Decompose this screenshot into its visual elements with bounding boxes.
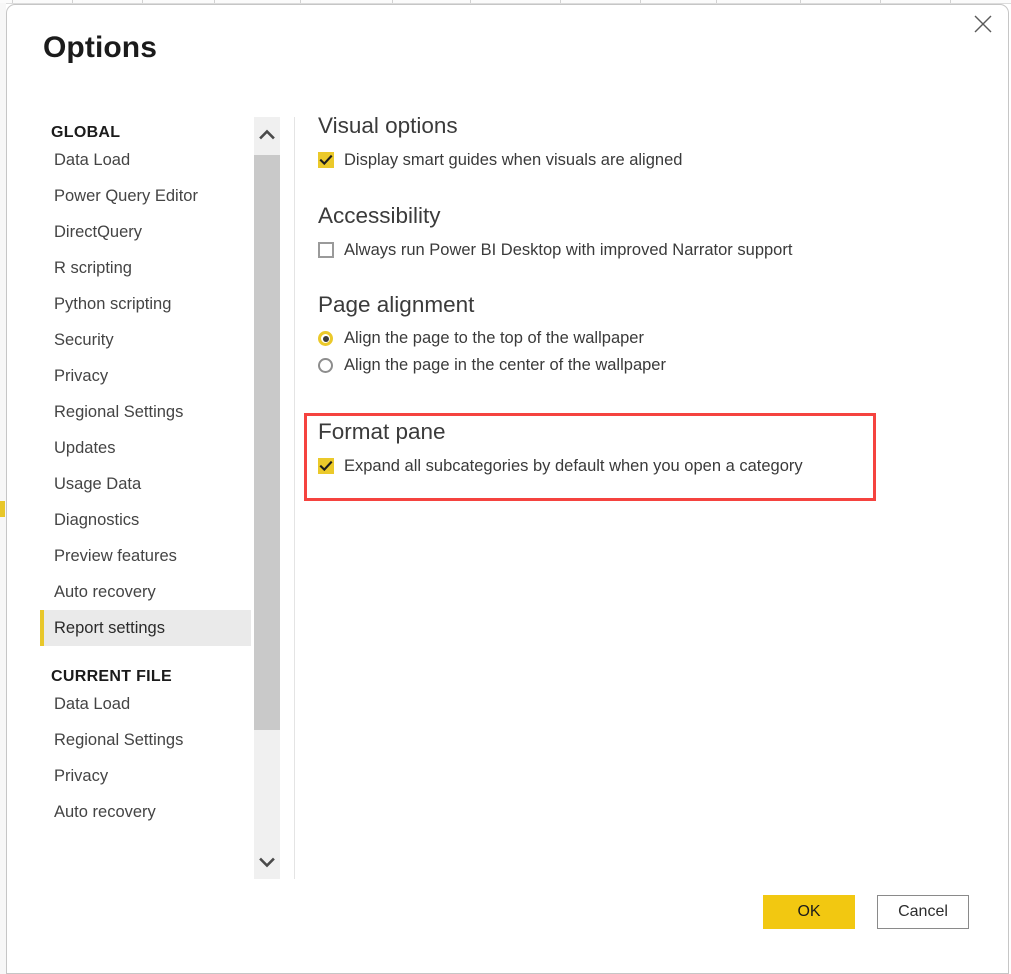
sidebar-group-current-file: CURRENT FILE <box>51 668 172 685</box>
radio-label: Align the page to the top of the wallpap… <box>344 329 644 347</box>
sidebar-item-label: R scripting <box>54 259 132 277</box>
sidebar-item-power-query-editor[interactable]: Power Query Editor <box>43 178 251 214</box>
sidebar-item-preview-features[interactable]: Preview features <box>43 538 251 574</box>
sidebar-item-r-scripting[interactable]: R scripting <box>43 250 251 286</box>
checkbox-label: Always run Power BI Desktop with improve… <box>344 241 793 259</box>
section-heading-accessibility: Accessibility <box>318 203 441 228</box>
options-dialog: Options GLOBAL Data Load Power Query Edi… <box>6 4 1009 974</box>
checkbox-row-display-smart-guides[interactable]: Display smart guides when visuals are al… <box>318 151 948 169</box>
section-page-alignment: Page alignment Align the page to the top… <box>318 292 948 374</box>
sidebar-item-label: Security <box>54 331 114 349</box>
sidebar-item-python-scripting[interactable]: Python scripting <box>43 286 251 322</box>
sidebar-item-current-data-load[interactable]: Data Load <box>43 686 251 722</box>
sidebar-item-label: DirectQuery <box>54 223 143 241</box>
chevron-up-icon[interactable] <box>254 117 280 151</box>
checkbox-narrator-support[interactable] <box>318 242 334 258</box>
sidebar-item-security[interactable]: Security <box>43 322 251 358</box>
checkbox-label: Display smart guides when visuals are al… <box>344 151 683 169</box>
app-left-accent <box>0 501 5 517</box>
sidebar-item-current-privacy[interactable]: Privacy <box>43 758 251 794</box>
pane-divider <box>294 117 295 879</box>
sidebar-item-label: Power Query Editor <box>54 187 198 205</box>
chevron-down-icon[interactable] <box>254 845 280 879</box>
sidebar: GLOBAL Data Load Power Query Editor Dire… <box>40 115 251 877</box>
sidebar-item-regional-settings[interactable]: Regional Settings <box>43 394 251 430</box>
cancel-button[interactable]: Cancel <box>877 895 969 929</box>
sidebar-scrollbar[interactable] <box>254 117 280 879</box>
sidebar-item-label: Python scripting <box>54 295 172 313</box>
section-heading-visual-options: Visual options <box>318 113 458 138</box>
sidebar-item-label: Preview features <box>54 547 177 565</box>
checkbox-row-expand-subcategories[interactable]: Expand all subcategories by default when… <box>318 457 878 475</box>
sidebar-item-label: Data Load <box>54 695 131 713</box>
sidebar-item-directquery[interactable]: DirectQuery <box>43 214 251 250</box>
sidebar-item-data-load[interactable]: Data Load <box>43 142 251 178</box>
radio-align-center[interactable] <box>318 358 333 373</box>
sidebar-item-label: Report settings <box>54 619 165 637</box>
sidebar-item-label: Data Load <box>54 151 131 169</box>
section-heading-page-alignment: Page alignment <box>318 292 475 317</box>
sidebar-item-updates[interactable]: Updates <box>43 430 251 466</box>
sidebar-item-report-settings[interactable]: Report settings <box>40 610 251 646</box>
radio-align-top[interactable] <box>318 331 333 346</box>
sidebar-item-label: Privacy <box>54 367 109 385</box>
sidebar-item-label: Usage Data <box>54 475 142 493</box>
sidebar-item-current-auto-recovery[interactable]: Auto recovery <box>43 794 251 830</box>
sidebar-item-auto-recovery[interactable]: Auto recovery <box>43 574 251 610</box>
checkbox-expand-subcategories[interactable] <box>318 458 334 474</box>
sidebar-item-label: Auto recovery <box>54 803 156 821</box>
sidebar-item-diagnostics[interactable]: Diagnostics <box>43 502 251 538</box>
sidebar-item-label: Diagnostics <box>54 511 140 529</box>
checkbox-display-smart-guides[interactable] <box>318 152 334 168</box>
sidebar-item-privacy[interactable]: Privacy <box>43 358 251 394</box>
sidebar-item-label: Privacy <box>54 767 109 785</box>
page-title: Options <box>43 31 158 64</box>
sidebar-item-label: Regional Settings <box>54 731 184 749</box>
radio-row-align-center[interactable]: Align the page in the center of the wall… <box>318 356 948 374</box>
scrollbar-thumb[interactable] <box>254 155 280 730</box>
sidebar-group-spacer <box>43 646 251 668</box>
sidebar-item-label: Auto recovery <box>54 583 156 601</box>
section-visual-options: Visual options Display smart guides when… <box>318 113 948 169</box>
sidebar-item-current-regional-settings[interactable]: Regional Settings <box>43 722 251 758</box>
settings-content: Visual options Display smart guides when… <box>318 113 948 374</box>
checkbox-label: Expand all subcategories by default when… <box>344 457 803 475</box>
ok-button[interactable]: OK <box>763 895 855 929</box>
section-accessibility: Accessibility Always run Power BI Deskto… <box>318 203 948 259</box>
radio-label: Align the page in the center of the wall… <box>344 356 666 374</box>
section-heading-format-pane: Format pane <box>318 419 446 444</box>
radio-row-align-top[interactable]: Align the page to the top of the wallpap… <box>318 329 948 347</box>
close-icon[interactable] <box>960 7 1006 41</box>
checkbox-row-narrator-support[interactable]: Always run Power BI Desktop with improve… <box>318 241 948 259</box>
sidebar-item-label: Updates <box>54 439 116 457</box>
dialog-footer: OK Cancel <box>763 895 969 929</box>
sidebar-item-usage-data[interactable]: Usage Data <box>43 466 251 502</box>
section-format-pane: Format pane Expand all subcategories by … <box>318 419 878 475</box>
sidebar-item-label: Regional Settings <box>54 403 184 421</box>
sidebar-group-global: GLOBAL <box>51 124 121 141</box>
